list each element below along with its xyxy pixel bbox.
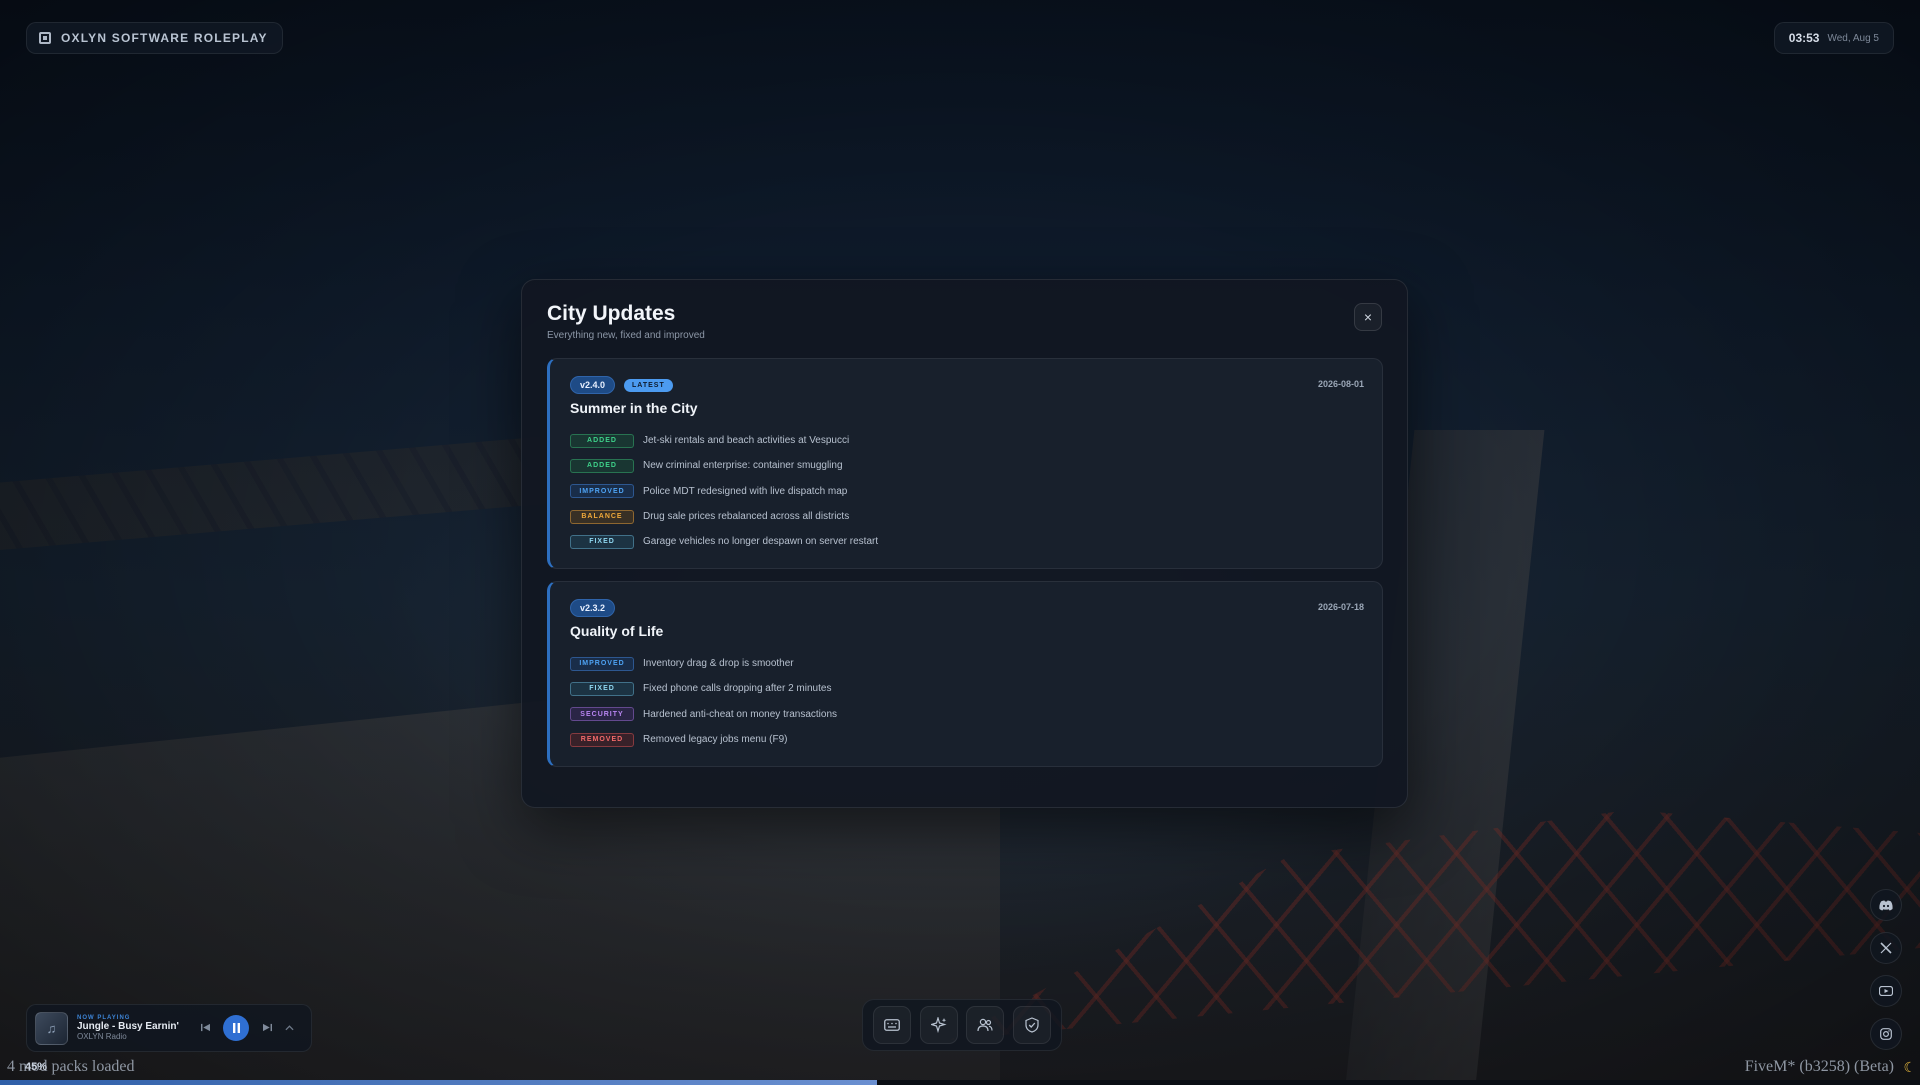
keyboard-icon	[884, 1019, 901, 1031]
tag-improved: IMPROVED	[570, 484, 634, 499]
bottom-dock	[862, 999, 1062, 1051]
server-name: OXLYN SOFTWARE ROLEPLAY	[61, 31, 268, 45]
version-badge: v2.3.2	[570, 599, 616, 617]
discord-button[interactable]	[1870, 889, 1902, 921]
change-text: Removed legacy jobs menu (F9)	[643, 734, 788, 746]
version-badge: v2.4.0	[570, 376, 616, 394]
x-icon	[1880, 942, 1892, 954]
change-text: Drug sale prices rebalanced across all d…	[643, 511, 850, 523]
change-item: ADDED New criminal enterprise: container…	[570, 453, 1364, 478]
tag-added: ADDED	[570, 458, 634, 473]
server-icon	[39, 32, 51, 44]
release-date: 2026-08-01	[1317, 379, 1364, 389]
track-info: NOW PLAYING Jungle - Busy Earnin' OXLYN …	[77, 1015, 187, 1041]
clock-widget: 03:53 Wed, Aug 5	[1773, 22, 1894, 54]
change-list: IMPROVED Inventory drag & drop is smooth…	[570, 651, 1364, 752]
release-name: Summer in the City	[570, 400, 698, 416]
close-icon: ×	[1363, 309, 1373, 325]
modal-title: City Updates	[547, 302, 676, 325]
loading-percent: 45%	[25, 1061, 48, 1073]
change-text: Fixed phone calls dropping after 2 minut…	[643, 683, 832, 695]
change-item: SECURITY Hardened anti-cheat on money tr…	[570, 702, 1364, 727]
release-card: v2.4.0 LATEST 2026-08-01 Summer in the C…	[547, 358, 1383, 569]
rules-button[interactable]	[1012, 1006, 1051, 1044]
music-note-icon: ♫	[46, 1020, 57, 1036]
chevron-up-icon	[285, 1024, 294, 1030]
change-text: New criminal enterprise: container smugg…	[643, 460, 843, 472]
change-text: Hardened anti-cheat on money transaction…	[643, 708, 838, 720]
change-text: Jet-ski rentals and beach activities at …	[643, 435, 850, 447]
change-item: IMPROVED Police MDT redesigned with live…	[570, 479, 1364, 504]
tag-removed: REMOVED	[570, 732, 634, 747]
expand-player-button[interactable]	[285, 1023, 294, 1034]
track-title: Jungle - Busy Earnin'	[77, 1021, 179, 1032]
change-item: IMPROVED Inventory drag & drop is smooth…	[570, 651, 1364, 676]
tag-security: SECURITY	[570, 707, 634, 722]
change-item: ADDED Jet-ski rentals and beach activiti…	[570, 428, 1364, 453]
community-button[interactable]	[966, 1006, 1005, 1044]
change-text: Inventory drag & drop is smoother	[643, 658, 794, 670]
updates-button[interactable]	[919, 1006, 958, 1044]
change-item: BALANCE Drug sale prices rebalanced acro…	[570, 504, 1364, 529]
release-card: v2.3.2 2026-07-18 Quality of Life IMPROV…	[547, 581, 1383, 767]
instagram-icon	[1880, 1028, 1892, 1040]
skip-back-icon	[200, 1023, 210, 1031]
sparkles-icon	[930, 1017, 947, 1033]
change-item: FIXED Garage vehicles no longer despawn …	[570, 529, 1364, 554]
city-updates-modal: City Updates Everything new, fixed and i…	[521, 279, 1408, 808]
loading-progress-fill	[0, 1080, 878, 1085]
pause-icon	[232, 1023, 240, 1033]
close-button[interactable]: ×	[1354, 303, 1382, 331]
modal-subtitle: Everything new, fixed and improved	[547, 330, 705, 341]
youtube-button[interactable]	[1870, 975, 1902, 1007]
youtube-icon	[1879, 986, 1893, 996]
change-list: ADDED Jet-ski rentals and beach activiti…	[570, 428, 1364, 554]
server-brand: OXLYN SOFTWARE ROLEPLAY	[26, 22, 283, 54]
tag-added: ADDED	[570, 433, 634, 448]
music-player: ♫ NOW PLAYING Jungle - Busy Earnin' OXLY…	[26, 1004, 312, 1052]
tag-fixed: FIXED	[570, 534, 634, 549]
discord-icon	[1879, 900, 1893, 910]
clock-date: Wed, Aug 5	[1827, 32, 1879, 44]
tag-improved: IMPROVED	[570, 656, 634, 671]
users-icon	[977, 1018, 993, 1032]
moon-icon: ☾	[1903, 1059, 1916, 1075]
x-button[interactable]	[1870, 932, 1902, 964]
release-name: Quality of Life	[570, 623, 664, 639]
tag-balance: BALANCE	[570, 509, 634, 524]
skip-forward-icon	[262, 1023, 272, 1031]
previous-track-button[interactable]	[196, 1023, 214, 1034]
pause-button[interactable]	[223, 1015, 249, 1041]
release-date: 2026-07-18	[1317, 602, 1364, 612]
change-item: REMOVED Removed legacy jobs menu (F9)	[570, 727, 1364, 752]
loading-progress-bar	[0, 1080, 1920, 1085]
keyboard-button[interactable]	[873, 1006, 912, 1044]
album-art: ♫	[35, 1011, 68, 1045]
shield-check-icon	[1025, 1017, 1039, 1033]
change-text: Garage vehicles no longer despawn on ser…	[643, 536, 879, 548]
clock-time: 03:53	[1788, 31, 1820, 45]
track-artist: OXLYN Radio	[77, 1032, 127, 1041]
tag-fixed: FIXED	[570, 681, 634, 696]
change-item: FIXED Fixed phone calls dropping after 2…	[570, 676, 1364, 701]
build-version: FiveM* (b3258) (Beta)	[1744, 1058, 1894, 1075]
latest-badge: LATEST	[624, 378, 673, 392]
change-text: Police MDT redesigned with live dispatch…	[643, 485, 848, 497]
instagram-button[interactable]	[1870, 1018, 1902, 1050]
next-track-button[interactable]	[258, 1023, 276, 1034]
